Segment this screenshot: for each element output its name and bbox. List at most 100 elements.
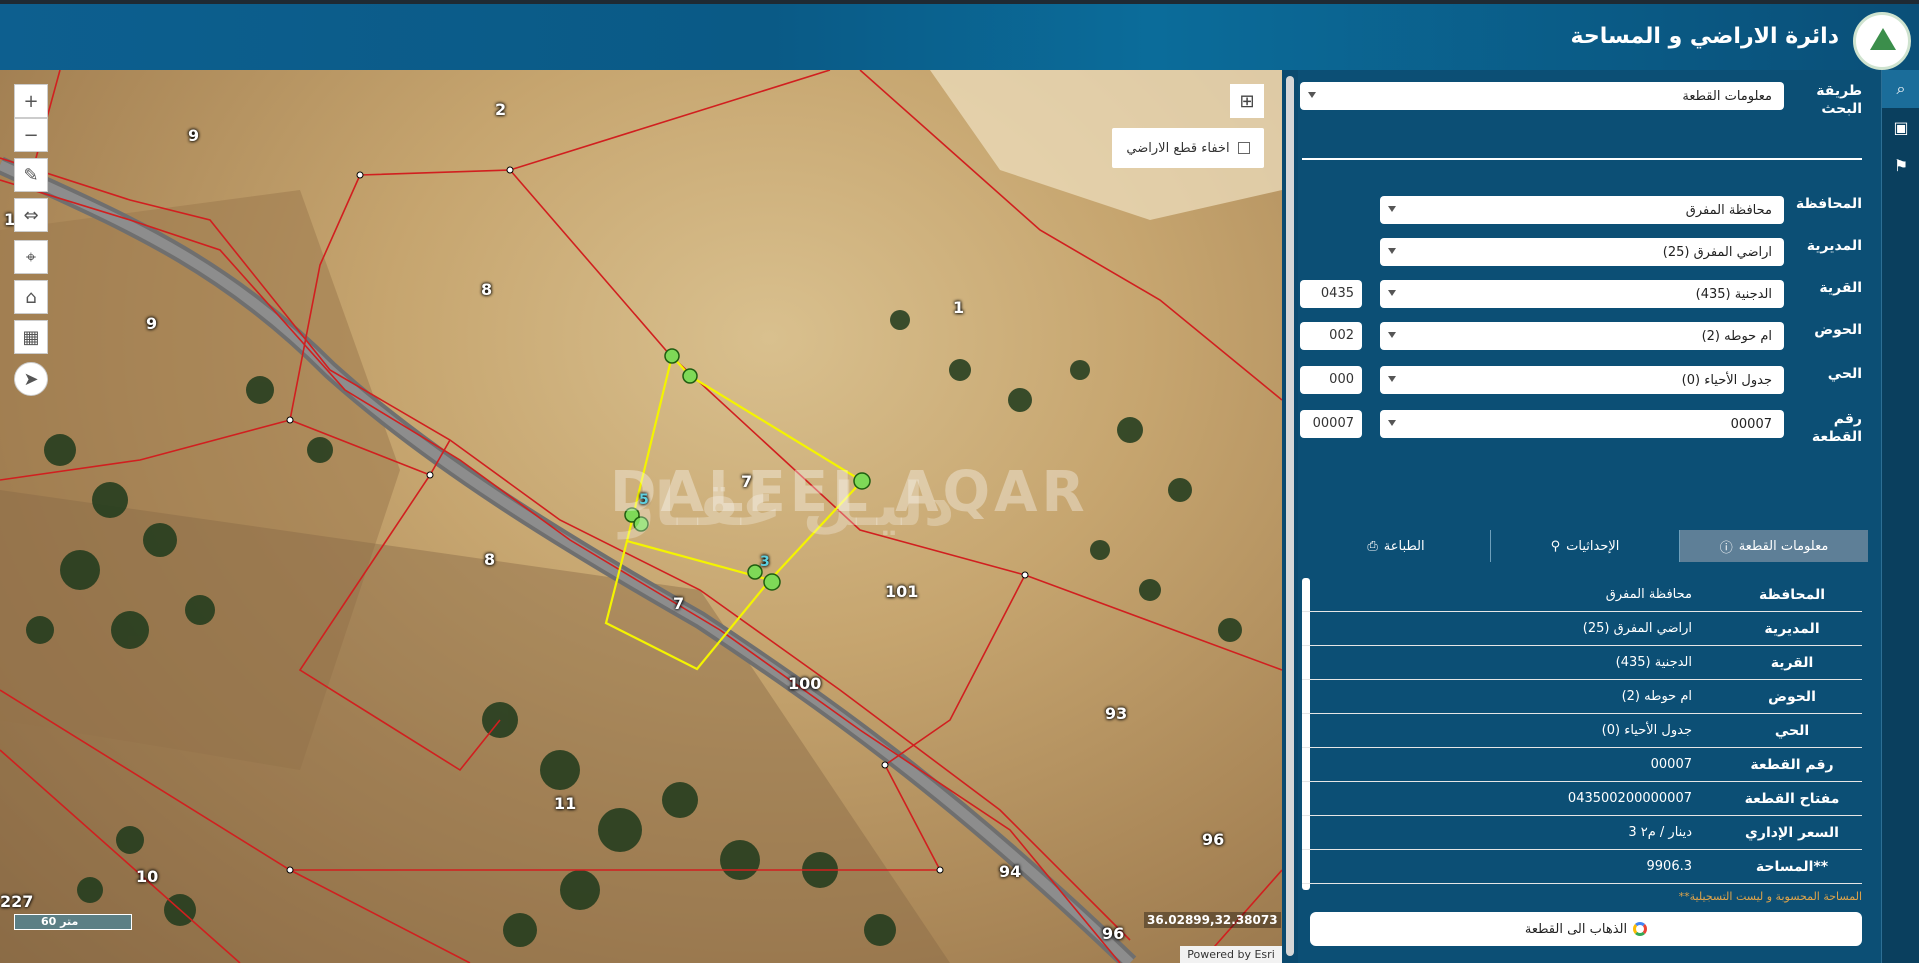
layers-icon[interactable]: ▣ — [1882, 108, 1919, 146]
hide-parcels-checkbox[interactable] — [1237, 142, 1250, 154]
side-icon-bar: ⌕ ▣ ⚑ — [1881, 70, 1919, 963]
field-label-governorate: المحافظة — [1795, 196, 1862, 212]
parcel-label: 11 — [554, 794, 577, 813]
info-value: جدول الأحياء (0) — [1601, 723, 1692, 738]
separator — [1302, 158, 1862, 160]
measure-icon[interactable]: ⇔ — [14, 198, 48, 232]
goto-parcel-label: الذهاب الى القطعة — [1524, 921, 1628, 937]
info-key: السعر الإداري — [1745, 824, 1839, 841]
parcel-label: 9 — [188, 126, 200, 145]
zoom-out-button[interactable]: − — [14, 118, 48, 152]
map-scrollbar[interactable] — [1282, 70, 1298, 963]
chevron-down-icon — [1388, 206, 1396, 212]
parcel-label: 93 — [1105, 704, 1128, 723]
parcel-label: 7 — [673, 594, 685, 613]
info-row: الحوض ام حوطه (2) — [1302, 680, 1862, 714]
chevron-down-icon — [1308, 92, 1316, 98]
neighborhood-code-input[interactable]: 000 — [1300, 366, 1362, 394]
info-value: الدجنية (435) — [1615, 655, 1692, 670]
parcel-number-value: 00007 — [1730, 416, 1772, 432]
vertex-label: 5 — [639, 492, 649, 508]
search-method-label: طريقة البحث — [1816, 83, 1862, 117]
watermark-text: DALEEL AQAR — [610, 460, 1089, 525]
dls-logo — [1853, 12, 1911, 70]
village-select[interactable]: الدجنية (435) — [1380, 280, 1784, 308]
basin-code-input[interactable]: 002 — [1300, 322, 1362, 350]
tab-parcel-info[interactable]: ⓘ معلومات القطعة — [1679, 530, 1868, 562]
chevron-down-icon — [1388, 420, 1396, 426]
search-method-value: معلومات القطعة — [1682, 88, 1772, 104]
basin-value: ام حوطه (2) — [1701, 328, 1772, 344]
info-value: محافظة المفرق — [1605, 587, 1692, 602]
google-icon — [1633, 922, 1648, 936]
chevron-down-icon — [1388, 248, 1396, 254]
esri-attribution: Powered by Esri — [1180, 946, 1282, 963]
info-value: اراضي المفرق (25) — [1582, 621, 1692, 636]
directorate-select[interactable]: اراضي المفرق (25) — [1380, 238, 1784, 266]
parcel-label: 100 — [788, 674, 822, 693]
chevron-down-icon — [1388, 332, 1396, 338]
location-pin-icon[interactable]: ⚑ — [1882, 146, 1919, 184]
parcel-number-input[interactable]: 00007 — [1300, 410, 1362, 438]
directorate-value: اراضي المفرق (25) — [1662, 244, 1772, 260]
field-label-neighborhood: الحي — [1827, 366, 1862, 382]
hide-parcels-label: اخفاء قطع الاراضي — [1126, 140, 1230, 156]
governorate-value: محافظة المفرق — [1685, 202, 1772, 218]
info-row: السعر الإداري 3 دينار / م٢ — [1302, 816, 1862, 850]
home-icon[interactable]: ⌂ — [14, 280, 48, 314]
info-icon: ⓘ — [1719, 540, 1733, 556]
scale-bar: 60 متر — [14, 914, 132, 930]
parcel-info-table: المحافظة محافظة المفرق المديرية اراضي المف… — [1302, 578, 1862, 884]
basemap-icon[interactable]: ▦ — [14, 320, 48, 354]
vertex-label: 3 — [760, 554, 770, 570]
info-key: المساحة** — [1755, 858, 1829, 875]
village-value: الدجنية (435) — [1695, 286, 1772, 302]
neighborhood-select[interactable]: جدول الأحياء (0) — [1380, 366, 1784, 394]
area-note: **المساحة المحسوبة و ليست التسجيلية — [1678, 890, 1862, 903]
search-method-select[interactable]: معلومات القطعة — [1300, 82, 1784, 110]
governorate-select[interactable]: محافظة المفرق — [1380, 196, 1784, 224]
compass-icon[interactable]: ➤ — [14, 362, 48, 396]
info-row: رقم القطعة 00007 — [1302, 748, 1862, 782]
info-row: المساحة** 9906.3 — [1302, 850, 1862, 884]
info-key: المحافظة — [1758, 586, 1826, 603]
parcel-label: 94 — [999, 862, 1022, 881]
field-label-directorate: المديرية — [1806, 238, 1862, 254]
info-key: القرية — [1770, 654, 1814, 671]
locate-icon[interactable]: ⌖ — [14, 240, 48, 274]
neighborhood-value: جدول الأحياء (0) — [1681, 372, 1772, 388]
search-icon[interactable]: ⌕ — [1882, 70, 1919, 108]
grid-icon[interactable]: ⊞ — [1230, 84, 1264, 118]
parcel-label: 101 — [885, 582, 919, 601]
info-value: 00007 — [1650, 757, 1692, 772]
parcel-label: 1 — [953, 298, 965, 317]
field-label-village: القرية — [1819, 280, 1862, 296]
zoom-in-button[interactable]: + — [14, 84, 48, 118]
goto-parcel-button[interactable]: الذهاب الى القطعة — [1310, 912, 1862, 946]
field-label-basin: الحوض — [1814, 322, 1862, 338]
info-value: 9906.3 — [1646, 859, 1693, 874]
info-row: المحافظة محافظة المفرق — [1302, 578, 1862, 612]
hide-parcels-toggle[interactable]: اخفاء قطع الاراضي — [1112, 128, 1264, 168]
chevron-down-icon — [1388, 376, 1396, 382]
tab-print[interactable]: ⎙ الطباعة — [1302, 530, 1490, 562]
basin-select[interactable]: ام حوطه (2) — [1380, 322, 1784, 350]
scrollbar-thumb[interactable] — [1286, 76, 1294, 956]
info-row: الحي جدول الأحياء (0) — [1302, 714, 1862, 748]
map-view[interactable]: دليـل عقـار DALEEL AQAR 9 2 9 8 1 7 8 7 … — [0, 70, 1282, 963]
info-key: مفتاح القطعة — [1744, 790, 1840, 807]
parcel-label: 8 — [484, 550, 496, 569]
parcel-label: 96 — [1102, 924, 1125, 943]
village-code-input[interactable]: 0435 — [1300, 280, 1362, 308]
coordinates-readout: 36.02899,32.38073 — [1144, 912, 1281, 928]
tab-coordinates[interactable]: ⚲ الإحداثيات — [1490, 530, 1679, 562]
app-header: دائرة الاراضي و المساحة — [0, 0, 1919, 70]
info-tabs: ⓘ معلومات القطعة ⚲ الإحداثيات ⎙ الطباعة — [1302, 530, 1868, 562]
app-title: دائرة الاراضي و المساحة — [1570, 24, 1839, 49]
pencil-icon[interactable]: ✎ — [14, 158, 48, 192]
printer-icon: ⎙ — [1367, 538, 1378, 554]
parcel-label: 9 — [146, 314, 158, 333]
parcel-number-select[interactable]: 00007 — [1380, 410, 1784, 438]
info-value: 043500200000007 — [1567, 791, 1692, 806]
parcel-label: 96 — [1202, 830, 1225, 849]
